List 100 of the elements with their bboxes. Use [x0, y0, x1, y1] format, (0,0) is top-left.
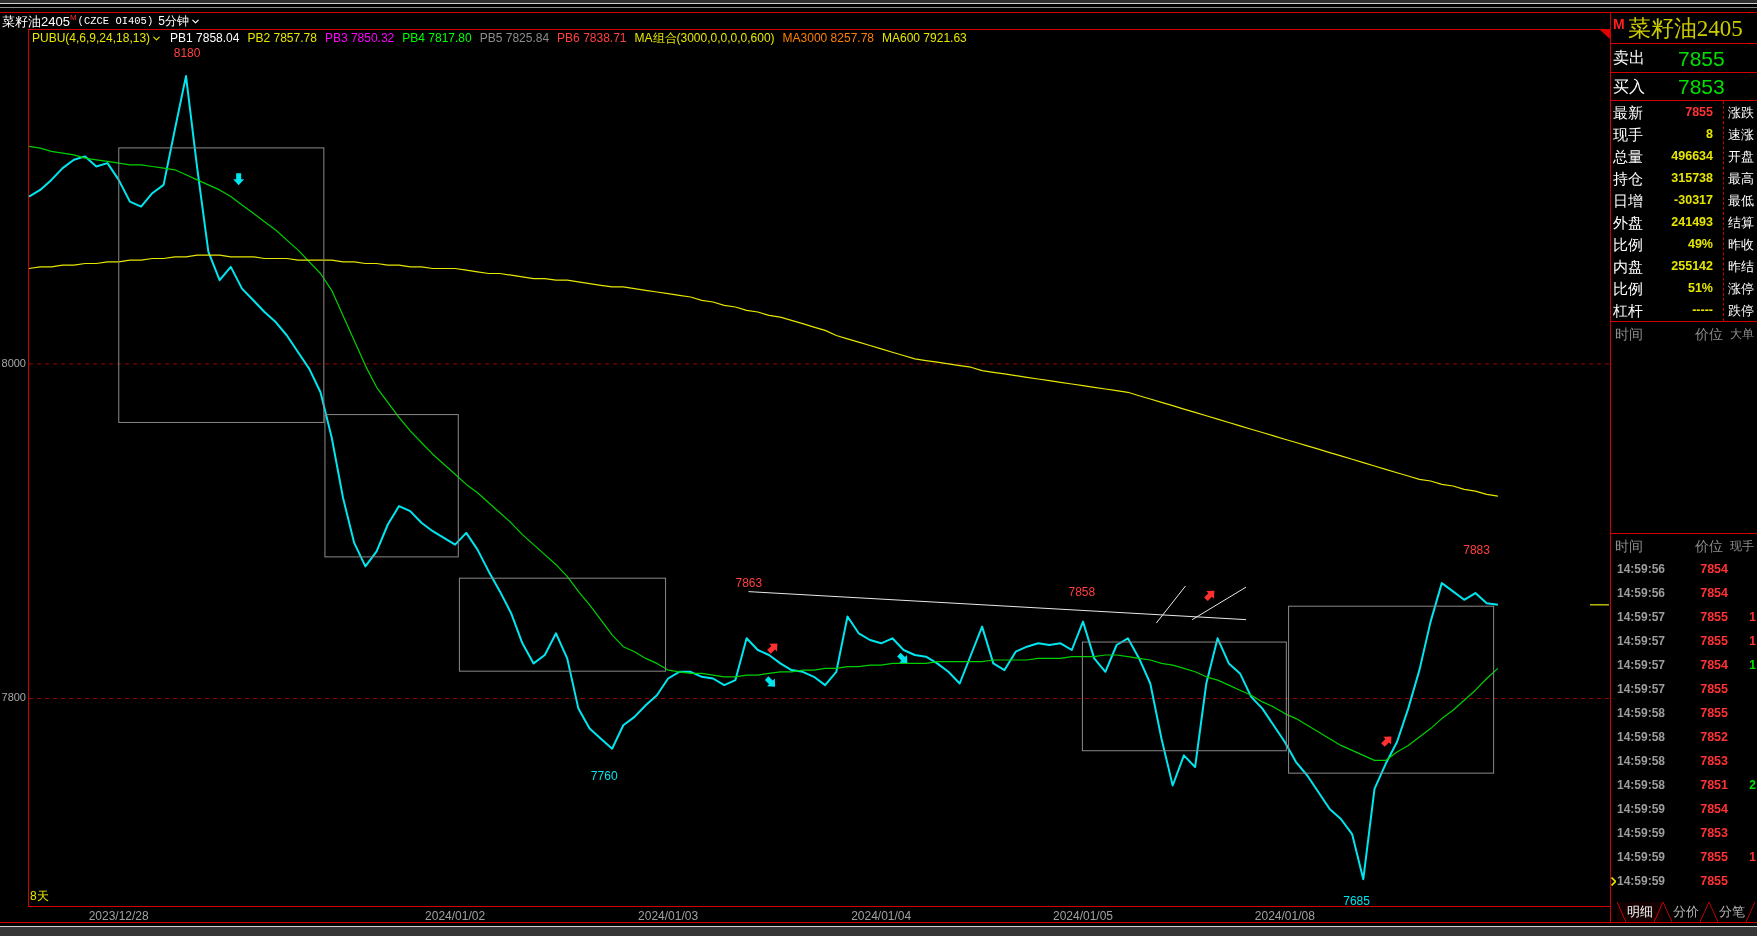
- date-label: 2023/12/28: [88, 909, 149, 922]
- tick-price: 7855: [1699, 850, 1728, 864]
- order-book-price: 7855: [1678, 47, 1725, 69]
- panel-tab[interactable]: 分价: [1663, 902, 1709, 922]
- tick-time: 14:59:58: [1617, 731, 1667, 743]
- panel-tab[interactable]: 明细: [1617, 902, 1663, 922]
- stat-label: 杠杆: [1613, 302, 1643, 318]
- tick-time: 14:59:59: [1617, 803, 1667, 815]
- down-right-arrow-icon: [897, 652, 908, 664]
- order-book-price: 7853: [1678, 76, 1725, 97]
- period-dropdown[interactable]: 5分钟: [158, 15, 201, 27]
- contract-name: 菜籽油2405: [2, 14, 70, 28]
- stat-label: 最高: [1728, 169, 1755, 188]
- tick-time: 14:59:57: [1617, 683, 1667, 695]
- tick-time: 14:59:56: [1617, 563, 1667, 575]
- order-book-label: 买入: [1613, 78, 1646, 95]
- tick-price: 7855: [1699, 682, 1728, 696]
- stat-label: 比例: [1613, 280, 1643, 296]
- current-price-marker: [1589, 604, 1610, 606]
- tick-volume: 1: [1749, 659, 1756, 671]
- column-header: 价位: [1695, 326, 1724, 341]
- stat-label: 昨结: [1728, 257, 1755, 276]
- indicator-value: PB6 7838.71: [557, 32, 627, 44]
- stat-value: -30317: [1674, 193, 1713, 207]
- date-label: 2024/01/03: [638, 909, 699, 922]
- tick-price: 7854: [1699, 658, 1728, 672]
- stat-label: 持仓: [1613, 170, 1643, 186]
- tick-price: 7854: [1699, 802, 1728, 816]
- price-extreme-label: 7685: [1343, 894, 1370, 909]
- price-extreme-label: 8180: [173, 46, 201, 60]
- tick-price: 7853: [1699, 826, 1728, 840]
- tick-price: 7855: [1699, 610, 1728, 624]
- axis-label: 7800: [1, 691, 26, 704]
- indicator-value: MA600 7921.63: [882, 32, 967, 44]
- stat-value: 241493: [1671, 215, 1713, 229]
- tick-volume: 1: [1749, 635, 1756, 647]
- tick-price: 7853: [1699, 754, 1728, 768]
- stat-value: 49%: [1687, 237, 1713, 251]
- column-header: 时间: [1615, 538, 1644, 553]
- column-header: 价位: [1695, 538, 1724, 553]
- market-label: M: [1613, 17, 1625, 31]
- price-extreme-label: 7760: [590, 768, 618, 783]
- tick-volume: 2: [1749, 779, 1756, 791]
- tick-volume: 1: [1749, 851, 1756, 863]
- down-arrow-icon: [233, 173, 245, 186]
- indicator-dropdown[interactable]: PUBU(4,6,9,24,18,13): [32, 32, 163, 44]
- stat-label: 涨跌: [1728, 103, 1755, 122]
- column-header: 现手: [1730, 539, 1755, 552]
- indicator-value: PB4 7817.80: [402, 32, 472, 44]
- up-right-arrow-icon: [1204, 590, 1215, 601]
- stat-label: 涨停: [1728, 279, 1755, 298]
- column-header: 大单: [1730, 327, 1755, 340]
- tick-time: 14:59:59: [1617, 851, 1667, 863]
- stat-label: 现手: [1613, 126, 1643, 142]
- tick-time: 14:59:59: [1617, 875, 1667, 887]
- tick-price: 7855: [1699, 634, 1728, 648]
- tick-price: 7855: [1699, 874, 1728, 888]
- tick-time: 14:59:57: [1617, 611, 1667, 623]
- date-label: 2024/01/02: [425, 909, 486, 922]
- tick-price: 7855: [1699, 706, 1728, 720]
- price-extreme-label: 7863: [735, 576, 763, 591]
- stat-label: 内盘: [1613, 258, 1643, 274]
- stat-label: 外盘: [1613, 214, 1643, 230]
- indicator-value: PB5 7825.84: [479, 32, 550, 44]
- corner-flag-icon: [1600, 30, 1610, 39]
- stat-value: 496634: [1671, 149, 1713, 163]
- tick-time: 14:59:56: [1617, 587, 1667, 599]
- price-extreme-label: 7883: [1463, 542, 1490, 557]
- indicator-value: PB2 7857.78: [247, 32, 317, 44]
- indicator-value: PB1 7858.04: [170, 32, 240, 44]
- stat-label: 比例: [1613, 236, 1643, 252]
- indicator-value: PB3 7850.32: [324, 32, 395, 44]
- tick-price: 7851: [1699, 778, 1728, 792]
- column-header: 时间: [1615, 326, 1644, 341]
- day-span-label: 8天: [30, 889, 49, 904]
- axis-label: 8000: [1, 356, 26, 369]
- up-right-arrow-icon: [767, 643, 778, 654]
- stat-value: -----: [1692, 303, 1713, 317]
- up-right-arrow-icon: [1381, 736, 1392, 747]
- down-right-arrow-icon: [764, 676, 776, 687]
- stat-label: 日增: [1613, 192, 1643, 208]
- date-label: 2024/01/05: [1052, 909, 1114, 922]
- stat-label: 最新: [1613, 104, 1643, 120]
- stat-value: 8: [1706, 127, 1713, 141]
- tick-time: 14:59:57: [1617, 659, 1667, 671]
- tick-time: 14:59:58: [1617, 779, 1667, 791]
- indicator-value: MA组合(3000,0,0,0,0,600): [634, 32, 775, 44]
- stat-label: 最低: [1728, 191, 1755, 210]
- stat-value: 51%: [1687, 281, 1713, 295]
- tick-volume: 1: [1749, 611, 1756, 623]
- order-book-label: 卖出: [1613, 50, 1646, 66]
- stat-value: 7855: [1685, 105, 1713, 119]
- stat-label: 昨收: [1728, 235, 1755, 254]
- date-label: 2024/01/04: [851, 909, 912, 922]
- stat-label: 总量: [1613, 148, 1643, 164]
- contract-name: 菜籽油2405: [1627, 16, 1743, 40]
- tick-time: 14:59:57: [1617, 635, 1667, 647]
- tick-time: 14:59:58: [1617, 707, 1667, 719]
- panel-tab[interactable]: 分笔: [1709, 902, 1755, 922]
- indicator-value: MA3000 8257.78: [782, 32, 874, 44]
